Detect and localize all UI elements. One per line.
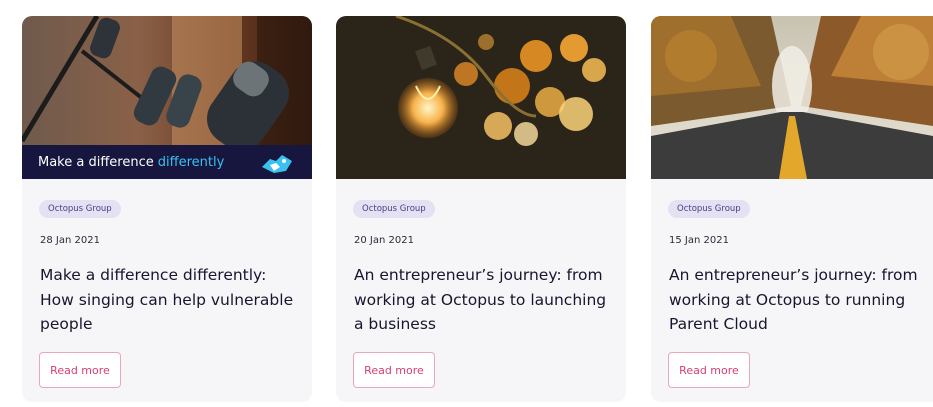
autumn-road-photo bbox=[651, 16, 933, 179]
publish-date: 28 Jan 2021 bbox=[40, 235, 100, 246]
article-image[interactable]: Make a difference differently bbox=[22, 16, 312, 179]
handshake-icon bbox=[262, 155, 292, 173]
read-more-button[interactable]: Read more bbox=[39, 352, 121, 388]
article-card[interactable]: Octopus Group 20 Jan 2021 An entrepreneu… bbox=[336, 16, 626, 402]
campaign-banner: Make a difference differently bbox=[22, 145, 312, 179]
article-card[interactable]: Octopus Group 15 Jan 2021 An entrepreneu… bbox=[651, 16, 933, 402]
article-image[interactable] bbox=[651, 16, 933, 179]
banner-text: Make a difference bbox=[38, 154, 154, 170]
article-title[interactable]: An entrepreneur’s journey: from working … bbox=[669, 263, 931, 337]
article-title[interactable]: An entrepreneur’s journey: from working … bbox=[354, 263, 616, 337]
category-tag[interactable]: Octopus Group bbox=[668, 200, 750, 218]
article-card[interactable]: Make a difference differently Octopus Gr… bbox=[22, 16, 312, 402]
category-tag[interactable]: Octopus Group bbox=[39, 200, 121, 218]
category-tag[interactable]: Octopus Group bbox=[353, 200, 435, 218]
read-more-button[interactable]: Read more bbox=[668, 352, 750, 388]
article-card-list: Make a difference differently Octopus Gr… bbox=[0, 0, 933, 407]
publish-date: 15 Jan 2021 bbox=[669, 235, 729, 246]
lightbulb-bokeh-photo bbox=[336, 16, 626, 179]
publish-date: 20 Jan 2021 bbox=[354, 235, 414, 246]
read-more-button[interactable]: Read more bbox=[353, 352, 435, 388]
article-title[interactable]: Make a difference differently: How singi… bbox=[40, 263, 302, 337]
article-image[interactable] bbox=[336, 16, 626, 179]
banner-accent-text: differently bbox=[157, 154, 225, 170]
